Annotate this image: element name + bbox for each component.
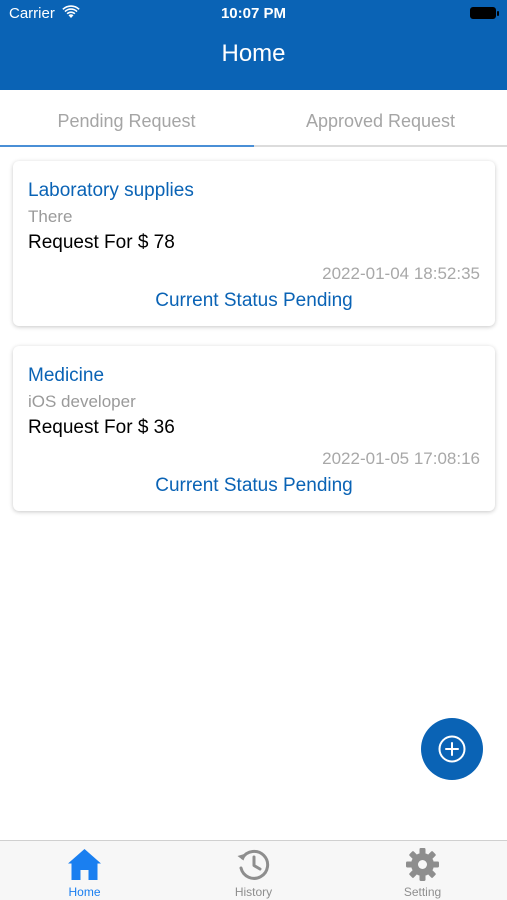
request-date: 2022-01-04 18:52:35 (322, 264, 480, 283)
request-status: Current Status Pending (155, 290, 353, 311)
home-icon (68, 849, 101, 880)
tab-pending-request[interactable]: Pending Request (0, 90, 253, 147)
battery-icon (470, 7, 499, 19)
header: Carrier 10:07 PM Home (0, 0, 507, 90)
tabbar-label-home: Home (68, 885, 101, 899)
request-subtitle: There (28, 207, 73, 226)
request-date: 2022-01-05 17:08:16 (322, 449, 480, 468)
request-title: Laboratory supplies (28, 180, 194, 201)
home-screen: Carrier 10:07 PM Home Pending Request Ap… (0, 0, 507, 900)
status-bar: Carrier 10:07 PM (0, 0, 507, 28)
gear-icon (406, 848, 439, 881)
request-subtitle: iOS developer (28, 392, 136, 411)
add-request-button[interactable] (421, 718, 483, 780)
request-tabs: Pending Request Approved Request (0, 90, 507, 147)
tab-approved-request[interactable]: Approved Request (254, 90, 507, 147)
page-title: Home (221, 40, 286, 67)
tabbar-item-history[interactable]: History (169, 841, 338, 900)
request-amount: Request For $ 36 (28, 417, 175, 438)
request-amount: Request For $ 78 (28, 232, 175, 253)
tabbar-label-setting: Setting (403, 885, 442, 899)
request-status: Current Status Pending (155, 475, 353, 496)
request-title: Medicine (28, 365, 105, 386)
tabbar-item-home[interactable]: Home (0, 841, 169, 900)
tabbar-item-setting[interactable]: Setting (338, 841, 507, 900)
bottom-tab-bar: Home History Setting (0, 840, 507, 900)
clock: 10:07 PM (220, 5, 287, 22)
request-card[interactable]: Laboratory supplies There Request For $ … (13, 161, 495, 326)
tabbar-label-history: History (234, 885, 273, 899)
tab-selected-indicator (0, 145, 254, 147)
history-icon (237, 849, 270, 880)
request-card[interactable]: Medicine iOS developer Request For $ 36 … (13, 346, 495, 511)
plus-circle-icon (438, 735, 466, 763)
